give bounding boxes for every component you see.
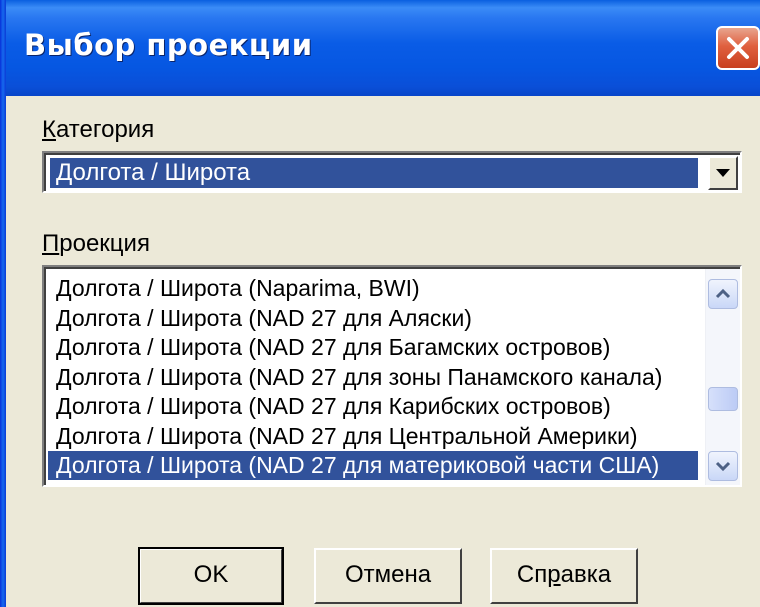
list-item[interactable]: Долгота / Широта (Naparima, BWI)	[48, 274, 698, 304]
projection-scrollbar[interactable]	[705, 269, 740, 485]
projection-items: Долгота / Широта (Naparima, BWI) Долгота…	[48, 274, 698, 480]
list-item[interactable]: Долгота / Широта (NAD 27 для материковой…	[48, 451, 698, 480]
category-combobox[interactable]: Долгота / Широта	[42, 151, 742, 193]
scroll-down-button[interactable]	[708, 451, 738, 481]
cancel-button[interactable]: Отмена	[314, 548, 462, 604]
projection-listbox[interactable]: Долгота / Широта (Naparima, BWI) Долгота…	[42, 265, 742, 487]
title-bar[interactable]: Выбор проекции	[0, 0, 760, 96]
window-title: Выбор проекции	[24, 28, 313, 62]
category-dropdown-button[interactable]	[708, 156, 738, 190]
scroll-up-button[interactable]	[708, 279, 738, 309]
ok-button[interactable]: OK	[138, 547, 284, 605]
dialog-body: Категория Долгота / Широта Проекция Долг…	[6, 96, 760, 607]
category-label: Категория	[42, 116, 155, 143]
projection-label: Проекция	[42, 230, 150, 257]
help-button[interactable]: Справка	[490, 548, 638, 604]
scroll-thumb[interactable]	[708, 387, 738, 411]
projection-dialog: Выбор проекции Категория Долгота / Широт…	[0, 0, 760, 607]
list-item[interactable]: Долгота / Широта (NAD 27 для зоны Панамс…	[48, 363, 698, 393]
list-item[interactable]: Долгота / Широта (NAD 27 для Аляски)	[48, 304, 698, 334]
category-selected-value: Долгота / Широта	[50, 158, 698, 188]
close-button[interactable]	[716, 26, 760, 70]
list-item[interactable]: Долгота / Широта (NAD 27 для Карибских о…	[48, 392, 698, 422]
list-item[interactable]: Долгота / Широта (NAD 27 для Багамских о…	[48, 333, 698, 363]
list-item[interactable]: Долгота / Широта (NAD 27 для Центральной…	[48, 422, 698, 452]
